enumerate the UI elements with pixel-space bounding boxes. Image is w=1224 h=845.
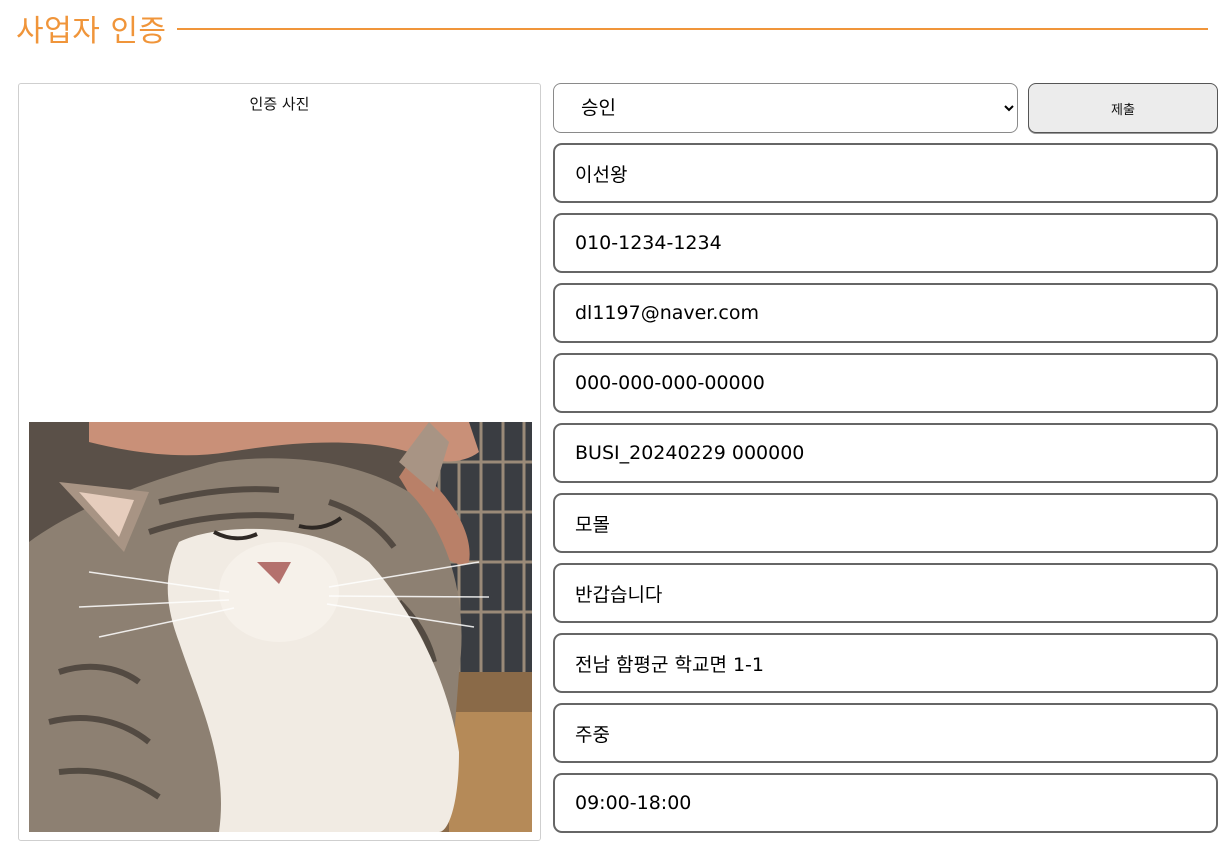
- verification-photo: [29, 422, 532, 832]
- business-number-field[interactable]: [553, 353, 1218, 413]
- business-days-field[interactable]: [553, 703, 1218, 763]
- business-id-field[interactable]: [553, 423, 1218, 483]
- submit-button[interactable]: 제출: [1028, 83, 1218, 133]
- phone-field[interactable]: [553, 213, 1218, 273]
- greeting-field[interactable]: [553, 563, 1218, 623]
- page-title: 사업자 인증: [16, 14, 167, 49]
- business-hours-field[interactable]: [553, 773, 1218, 833]
- store-name-field[interactable]: [553, 493, 1218, 553]
- status-select[interactable]: 승인: [553, 83, 1018, 133]
- verification-photo-panel: 인증 사진: [18, 83, 541, 841]
- email-field[interactable]: [553, 283, 1218, 343]
- name-field[interactable]: [553, 143, 1218, 203]
- business-verification-page: 사업자 인증 인증 사진 승인 제출 이선왕 010-1234-1234 dl1…: [0, 0, 1224, 845]
- address-field[interactable]: [553, 633, 1218, 693]
- header: 사업자 인증: [16, 8, 1208, 49]
- photo-caption: 인증 사진: [249, 95, 310, 113]
- title-divider: [176, 28, 1208, 30]
